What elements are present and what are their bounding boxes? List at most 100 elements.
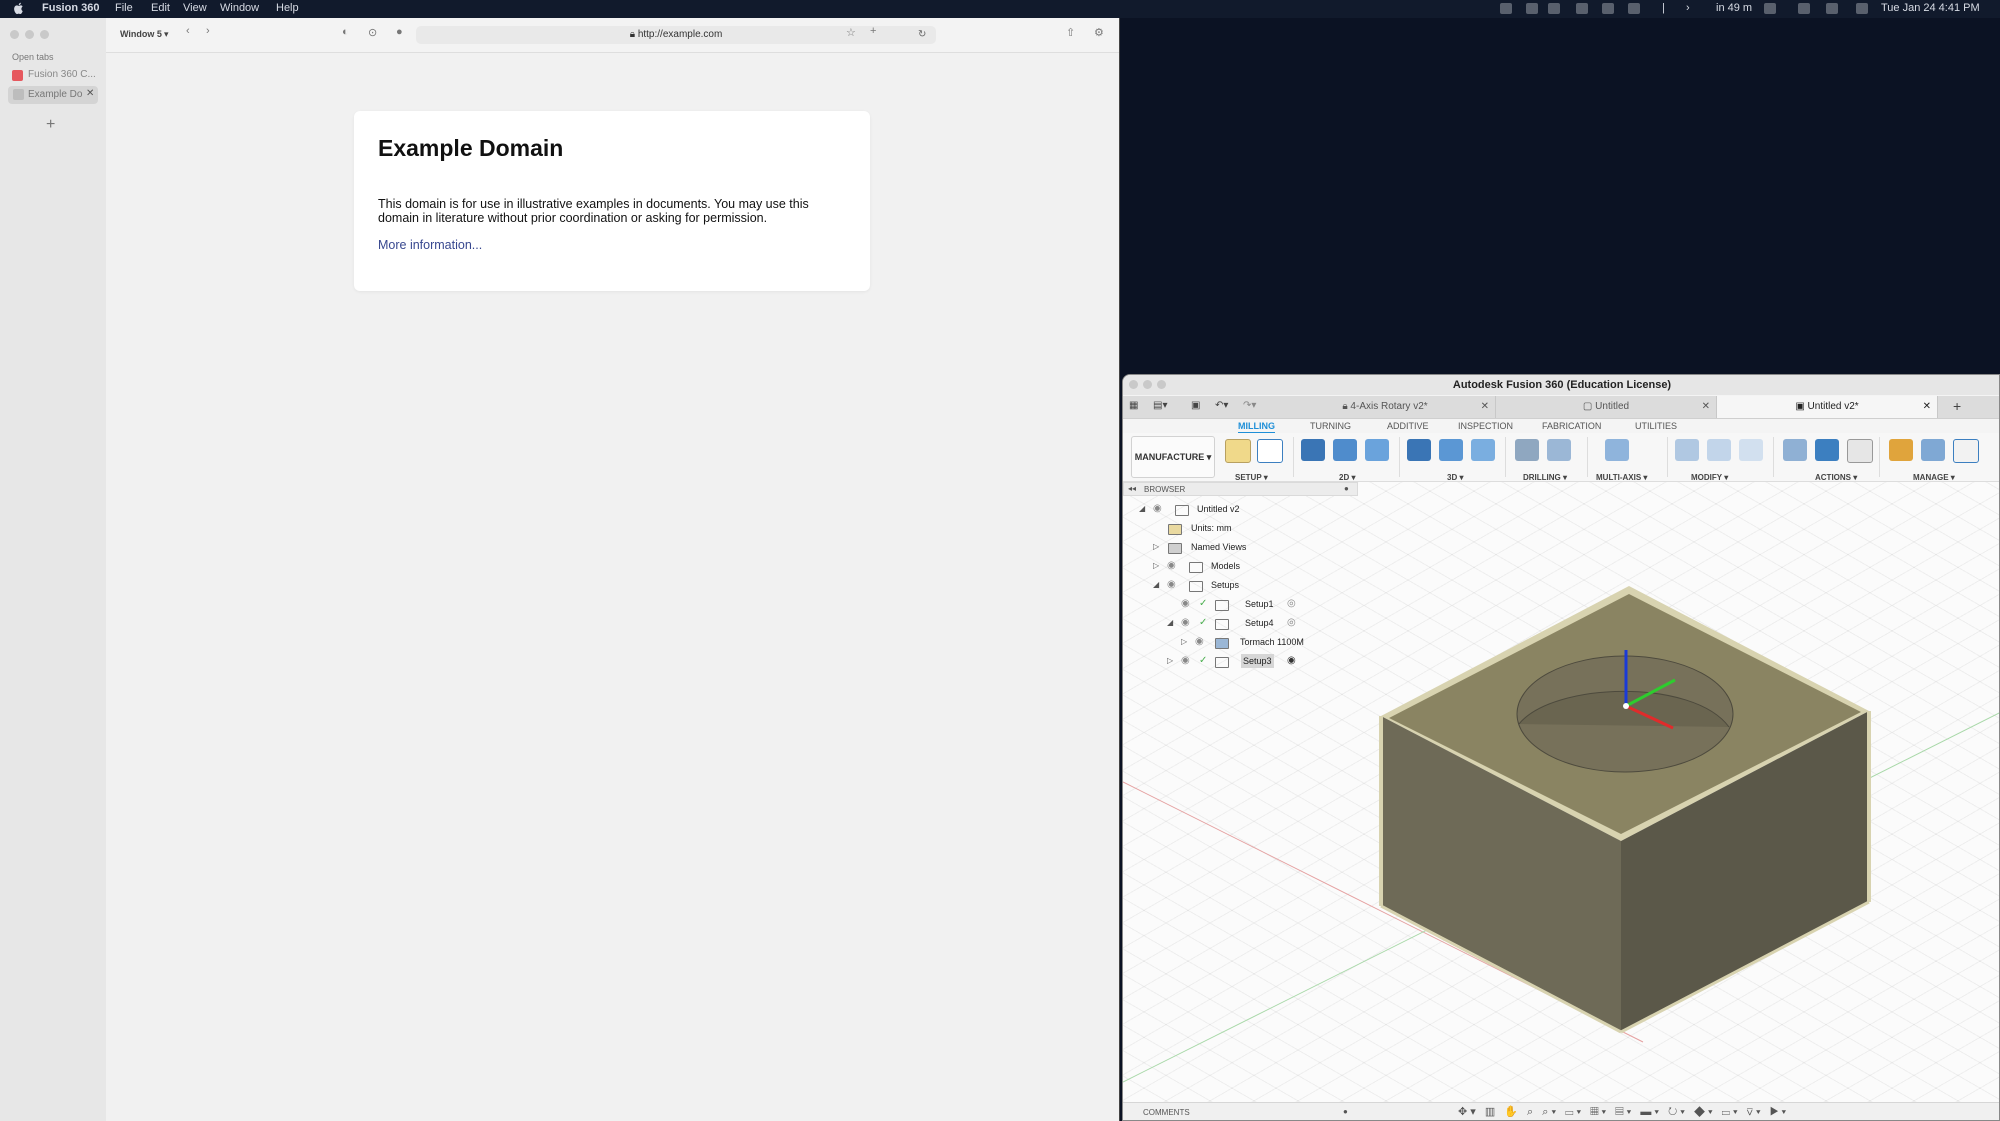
group-actions[interactable]: ACTIONS ▾ xyxy=(1815,473,1857,482)
menu-edit[interactable]: Edit xyxy=(151,2,170,14)
tree-node-machine[interactable]: ▷ ◉ Tormach 1100M xyxy=(1123,635,1358,649)
hole-recognition-icon[interactable] xyxy=(1547,439,1571,461)
zoom-window-button[interactable] xyxy=(40,30,49,39)
grid-icon[interactable]: ▦▾ xyxy=(1590,1106,1609,1118)
visibility-icon[interactable]: ◉ xyxy=(1167,559,1176,573)
expand-icon[interactable]: ▷ xyxy=(1181,635,1187,649)
tab-untitled-v2[interactable]: ▣ Untitled v2* ✕ xyxy=(1717,396,1938,418)
menu-view[interactable]: View xyxy=(183,2,207,14)
2d-adaptive-icon[interactable] xyxy=(1301,439,1325,461)
3d-viewport[interactable]: ◂◂ BROWSER ● ◢ ◉ Untitled v2 Units: mm ▷… xyxy=(1123,482,1999,1102)
section-icon[interactable]: ◆▾ xyxy=(1694,1106,1716,1118)
viewports-icon[interactable]: ▤▾ xyxy=(1615,1106,1634,1118)
tab-inspection[interactable]: INSPECTION xyxy=(1458,421,1513,431)
camera-icon[interactable]: ▭▾ xyxy=(1722,1106,1741,1118)
visibility-icon[interactable]: ◉ xyxy=(1195,635,1204,649)
close-tab-icon[interactable]: ✕ xyxy=(1923,396,1931,418)
modify-icon-3[interactable] xyxy=(1739,439,1763,461)
shield-icon[interactable] xyxy=(1602,3,1614,14)
group-2d[interactable]: 2D ▾ xyxy=(1339,473,1355,482)
expand-icon[interactable]: ▷ xyxy=(1153,559,1159,573)
close-window-button[interactable] xyxy=(10,30,19,39)
modify-icon-1[interactable] xyxy=(1675,439,1699,461)
tree-node-named-views[interactable]: ▷ Named Views xyxy=(1123,540,1358,554)
close-tab-icon[interactable]: ✕ xyxy=(86,88,94,99)
pin-icon[interactable]: ● xyxy=(1344,484,1349,493)
tree-node-setup3[interactable]: ▷ ◉ ✓ Setup3 ◉ xyxy=(1123,654,1358,668)
close-tab-icon[interactable]: ✕ xyxy=(1481,396,1489,418)
tool-library-icon[interactable] xyxy=(1889,439,1913,461)
visual-style-icon[interactable]: ▬▾ xyxy=(1640,1106,1662,1118)
expand-icon[interactable]: ▷ xyxy=(1167,654,1173,668)
collapse-icon[interactable]: ◂◂ xyxy=(1128,484,1136,493)
tree-node-models[interactable]: ▷ ◉ Models xyxy=(1123,559,1358,573)
refresh-icon[interactable]: ↻▾ xyxy=(1668,1106,1688,1118)
expand-icon[interactable]: ◢ xyxy=(1153,578,1159,592)
tab-utilities[interactable]: UTILITIES xyxy=(1635,421,1677,431)
simulate-icon[interactable] xyxy=(1783,439,1807,461)
template-library-icon[interactable] xyxy=(1953,439,1979,463)
new-setup-icon[interactable] xyxy=(1257,439,1283,463)
tree-node-setups[interactable]: ◢ ◉ Setups xyxy=(1123,578,1358,592)
new-tab-icon[interactable]: + xyxy=(1953,398,1961,414)
sidebar-toggle-icon[interactable]: ◐ xyxy=(342,26,349,38)
settings-icon[interactable]: ⚙ xyxy=(1094,26,1104,39)
pin-icon[interactable]: ● xyxy=(1343,1107,1348,1116)
reload-icon[interactable]: ↻ xyxy=(918,26,926,44)
control-center-icon[interactable] xyxy=(1856,3,1868,14)
orbit-icon[interactable]: ✥▾ xyxy=(1458,1106,1479,1118)
tab-example-domain[interactable]: Example Do ✕ xyxy=(8,86,98,104)
tab-additive[interactable]: ADDITIVE xyxy=(1387,421,1429,431)
effects-icon[interactable]: ▶▾ xyxy=(1770,1106,1789,1118)
visibility-icon[interactable]: ◉ xyxy=(1167,578,1176,592)
tab-turning[interactable]: TURNING xyxy=(1310,421,1351,431)
tab-4-axis-rotary[interactable]: 🔒︎ 4-Axis Rotary v2* ✕ xyxy=(1275,396,1496,418)
file-menu-icon[interactable]: ▤▾ xyxy=(1153,400,1167,411)
address-bar[interactable]: 🔒︎ http://example.com ↻ xyxy=(416,26,936,44)
more-info-link[interactable]: More information... xyxy=(378,238,482,252)
chevron-right-icon[interactable]: › xyxy=(1686,2,1690,14)
pan-icon[interactable]: ✋ xyxy=(1504,1106,1521,1118)
moon-icon[interactable] xyxy=(1826,3,1838,14)
status-icon-2[interactable] xyxy=(1526,3,1538,14)
zoom-icon[interactable]: ⌕ xyxy=(1527,1106,1536,1118)
window-menu[interactable]: Window 5 xyxy=(120,29,162,39)
cloud-icon[interactable] xyxy=(1628,3,1640,14)
workspace-switcher[interactable]: MANUFACTURE ▾ xyxy=(1131,436,1215,478)
visibility-icon[interactable]: ◉ xyxy=(1181,616,1190,630)
machine-library-icon[interactable] xyxy=(1921,439,1945,461)
drill-icon[interactable] xyxy=(1515,439,1539,461)
setup-sheet-icon[interactable] xyxy=(1847,439,1873,463)
tree-node-setup4[interactable]: ◢ ◉ ✓ Setup4 ◎ xyxy=(1123,616,1358,630)
face-icon[interactable] xyxy=(1365,439,1389,461)
status-icon-1[interactable] xyxy=(1500,3,1512,14)
history-icon[interactable]: ⊙ xyxy=(368,26,377,39)
menu-help[interactable]: Help xyxy=(276,2,299,14)
multi-axis-icon[interactable] xyxy=(1605,439,1629,461)
3d-adaptive-icon[interactable] xyxy=(1407,439,1431,461)
menu-window[interactable]: Window xyxy=(220,2,259,14)
display-settings-icon[interactable]: ▭▾ xyxy=(1565,1106,1584,1118)
calendar-event-time[interactable]: in 49 m xyxy=(1716,2,1752,14)
3d-pocket-icon[interactable] xyxy=(1439,439,1463,461)
zoom-window-button[interactable] xyxy=(1157,380,1166,389)
chevron-down-icon[interactable]: ▾ xyxy=(164,29,169,40)
visibility-icon[interactable]: ◉ xyxy=(1181,654,1190,668)
2d-pocket-icon[interactable] xyxy=(1333,439,1357,461)
group-drilling[interactable]: DRILLING ▾ xyxy=(1523,473,1567,482)
tree-node-root[interactable]: ◢ ◉ Untitled v2 xyxy=(1123,502,1358,516)
minimize-window-button[interactable] xyxy=(25,30,34,39)
save-icon[interactable]: ▣ xyxy=(1191,400,1200,411)
battery-level-icon[interactable] xyxy=(1764,3,1776,14)
expand-icon[interactable]: ◢ xyxy=(1167,616,1173,630)
undo-icon[interactable]: ↶▾ xyxy=(1215,400,1228,411)
group-multi-axis[interactable]: MULTI-AXIS ▾ xyxy=(1596,473,1647,482)
status-icon-3[interactable] xyxy=(1548,3,1560,14)
filter-icon[interactable]: ⊽▾ xyxy=(1747,1106,1764,1118)
new-tab-button[interactable]: + xyxy=(46,116,55,134)
expand-icon[interactable]: ◢ xyxy=(1139,502,1145,516)
app-name-menu[interactable]: Fusion 360 xyxy=(42,2,99,14)
group-setup[interactable]: SETUP ▾ xyxy=(1235,473,1268,482)
visibility-icon[interactable]: ◉ xyxy=(1181,597,1190,611)
clock[interactable]: Tue Jan 24 4:41 PM xyxy=(1881,2,1980,14)
